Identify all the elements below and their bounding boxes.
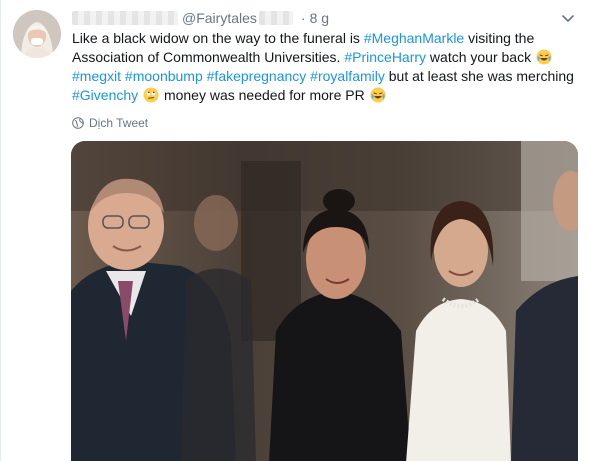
laughing-emoji-icon — [536, 49, 552, 65]
photo-image — [71, 141, 578, 461]
translate-label: Dịch Tweet — [89, 116, 149, 130]
globe-icon — [72, 117, 84, 129]
tweet-text-line-3: #megxit #moonbump #fakepregnancy #royalf… — [72, 67, 577, 86]
hashtag-meghanmarkle[interactable]: #MeghanMarkle — [364, 30, 464, 46]
text-segment: but at least she was merching — [384, 68, 574, 84]
hashtag-megxit[interactable]: #megxit — [72, 68, 121, 84]
hashtag-givenchy[interactable]: #Givenchy — [72, 87, 138, 103]
tweet-text-line-2: Association of Commonwealth Universities… — [72, 48, 577, 67]
user-handle[interactable]: @Fairytales — [182, 10, 257, 26]
tweet-photo[interactable] — [71, 141, 578, 461]
text-segment: watch your back — [426, 49, 532, 65]
hashtag-moonbump[interactable]: #moonbump — [125, 68, 203, 84]
text-segment: visiting the — [464, 30, 535, 46]
chevron-down-icon[interactable] — [560, 10, 576, 26]
tweet-text: Like a black widow on the way to the fun… — [72, 29, 577, 105]
tweet-timestamp[interactable]: 8 g — [310, 10, 329, 26]
avatar[interactable] — [13, 10, 61, 58]
tweet[interactable]: @Fairytales · 8 g Like a black widow on … — [0, 0, 590, 461]
tweet-text-line-1: Like a black widow on the way to the fun… — [72, 29, 577, 48]
tweet-header: @Fairytales · 8 g — [72, 8, 329, 28]
text-segment: Association of Commonwealth Universities… — [72, 49, 345, 65]
separator-dot: · — [300, 10, 306, 26]
laughing-emoji-icon — [370, 87, 386, 103]
text-segment: Like a black widow on the way to the fun… — [72, 30, 364, 46]
translate-tweet-link[interactable]: Dịch Tweet — [72, 116, 148, 130]
tweet-text-line-4: #Givenchy money was needed for more PR — [72, 86, 577, 105]
avatar-image — [13, 10, 61, 58]
blurred-display-name — [72, 11, 178, 25]
hashtag-princeharry[interactable]: #PrinceHarry — [344, 49, 426, 65]
text-segment: money was needed for more PR — [163, 87, 365, 103]
hashtag-fakepregnancy[interactable]: #fakepregnancy — [207, 68, 307, 84]
eye-roll-emoji-icon — [143, 87, 159, 103]
blurred-handle-suffix — [258, 11, 293, 25]
hashtag-royalfamily[interactable]: #royalfamily — [310, 68, 385, 84]
